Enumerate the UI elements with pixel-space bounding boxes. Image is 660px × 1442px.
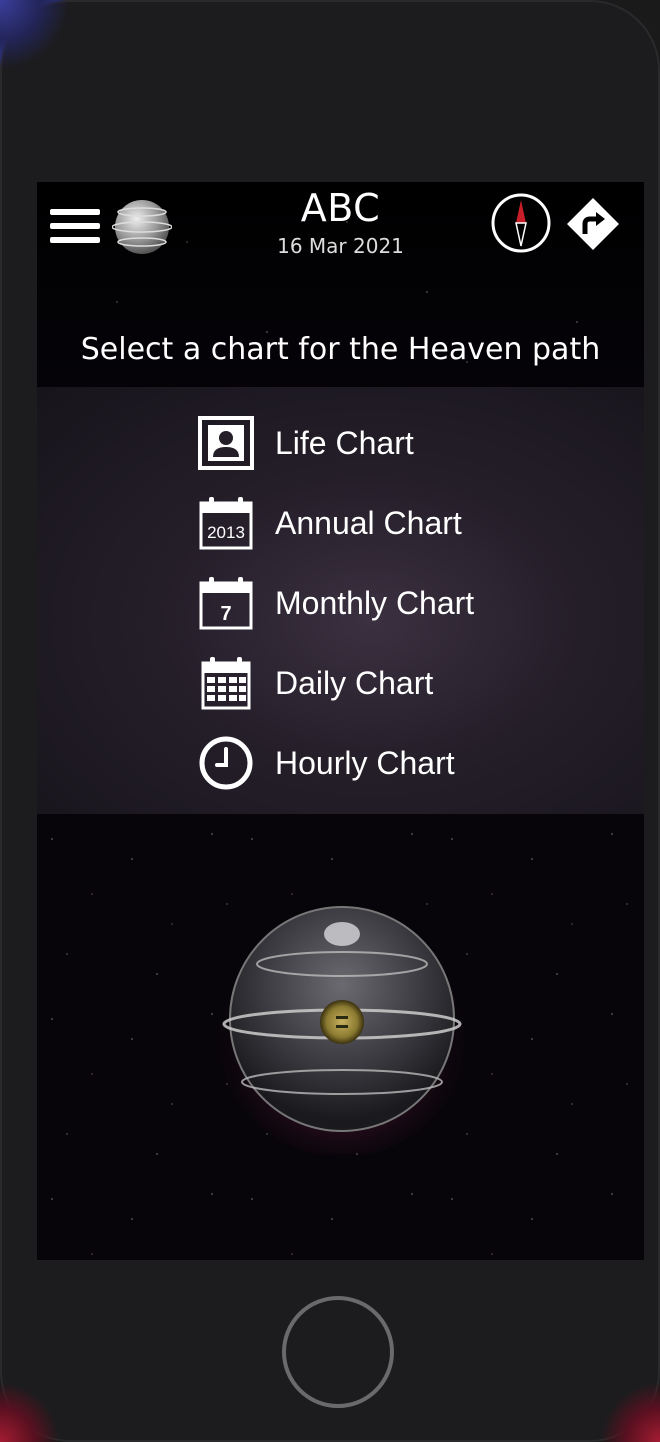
menu-item-label: Hourly Chart — [275, 744, 455, 781]
menu-item-label: Life Chart — [275, 424, 414, 461]
home-button[interactable] — [282, 1296, 394, 1408]
calendar-year-icon: 2013 — [199, 497, 253, 550]
menu-item-daily-chart[interactable]: Daily Chart — [197, 653, 597, 713]
menu-item-annual-chart[interactable]: 2013 Annual Chart — [197, 493, 597, 553]
heaven-sphere-icon[interactable] — [217, 904, 467, 1154]
page-date: 16 Mar 2021 — [277, 234, 404, 258]
menu-item-label: Monthly Chart — [275, 584, 475, 621]
menu-item-label: Daily Chart — [275, 664, 434, 701]
calendar-month-icon: 7 — [199, 577, 253, 630]
menu-item-monthly-chart[interactable]: 7 Monthly Chart — [197, 573, 597, 633]
turn-right-direction-icon[interactable] — [565, 196, 621, 252]
calendar-month-icon-text: 7 — [220, 603, 231, 625]
header: ABC 16 Mar 2021 Select a chart for the H… — [37, 182, 644, 387]
space-background — [37, 814, 644, 1260]
calendar-year-icon-text: 2013 — [207, 523, 245, 542]
menu-item-hourly-chart[interactable]: Hourly Chart — [197, 733, 597, 793]
compass-icon[interactable] — [490, 192, 552, 254]
frame-corner-bottom-right — [600, 1382, 660, 1442]
frame-corner-top-left — [0, 0, 70, 70]
menu-item-life-chart[interactable]: Life Chart — [197, 413, 597, 473]
menu-item-label: Annual Chart — [275, 504, 462, 541]
page-title: ABC — [300, 186, 381, 230]
clock-icon — [199, 736, 253, 790]
instruction-text: Select a chart for the Heaven path — [80, 332, 601, 367]
phone-frame: ABC 16 Mar 2021 Select a chart for the H… — [0, 0, 660, 1442]
app-screen: ABC 16 Mar 2021 Select a chart for the H… — [37, 182, 644, 1260]
calendar-grid-icon — [201, 657, 251, 710]
chart-menu: Life Chart 2013 Annual Chart 7 Monthly C… — [37, 387, 644, 814]
frame-corner-bottom-left — [0, 1382, 60, 1442]
person-card-icon — [198, 416, 254, 470]
